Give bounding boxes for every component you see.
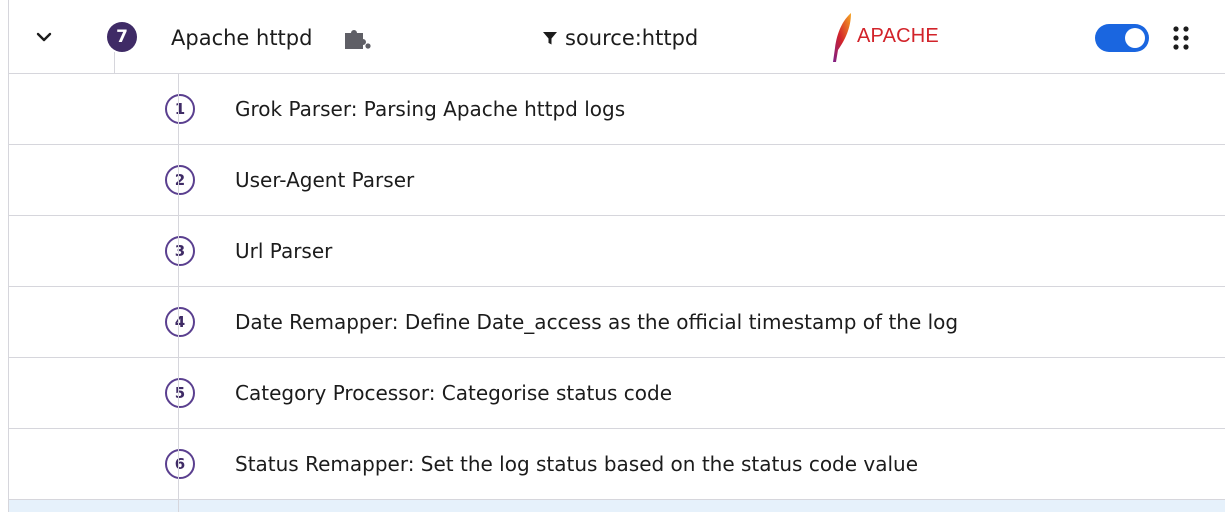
drag-handle-icon[interactable] (1172, 24, 1190, 52)
processor-number: 5 (165, 378, 195, 408)
processor-name[interactable]: Url Parser (235, 238, 332, 264)
processor-name[interactable]: User-Agent Parser (235, 167, 414, 193)
tree-connector-line (178, 74, 179, 512)
pipeline-enabled-toggle[interactable] (1095, 24, 1149, 52)
processor-number: 4 (165, 307, 195, 337)
pipeline-panel: 7 Apache httpd source:httpd APACHE 1 Gro… (0, 0, 1225, 512)
processor-number: 2 (165, 165, 195, 195)
processor-number: 1 (165, 94, 195, 124)
processor-name[interactable]: Date Remapper: Define Date_access as the… (235, 309, 958, 335)
pipeline-header-row[interactable]: 7 Apache httpd source:httpd APACHE (8, 0, 1225, 74)
chevron-down-icon[interactable] (33, 26, 55, 48)
apache-logo-text: APACHE (857, 25, 939, 47)
pipeline-name[interactable]: Apache httpd (171, 25, 312, 51)
processor-row[interactable]: 1 Grok Parser: Parsing Apache httpd logs (8, 74, 1225, 145)
processor-name[interactable]: Category Processor: Categorise status co… (235, 380, 672, 406)
processor-row[interactable]: 4 Date Remapper: Define Date_access as t… (8, 287, 1225, 358)
processor-number: 3 (165, 236, 195, 266)
filter-icon (543, 32, 557, 45)
puzzle-icon (345, 30, 371, 49)
pipeline-filter-query: source:httpd (565, 26, 699, 50)
processor-count-badge: 7 (107, 22, 137, 52)
tree-connector-header (114, 52, 115, 74)
processor-name[interactable]: Grok Parser: Parsing Apache httpd logs (235, 96, 625, 122)
processor-row[interactable]: 5 Category Processor: Categorise status … (8, 358, 1225, 429)
toggle-knob (1125, 28, 1145, 48)
processor-name[interactable]: Status Remapper: Set the log status base… (235, 451, 918, 477)
processor-row[interactable]: 3 Url Parser (8, 216, 1225, 287)
processor-row[interactable]: 6 Status Remapper: Set the log status ba… (8, 429, 1225, 500)
processor-row[interactable]: 2 User-Agent Parser (8, 145, 1225, 216)
next-row-highlight[interactable] (8, 500, 1225, 512)
processor-number: 6 (165, 449, 195, 479)
